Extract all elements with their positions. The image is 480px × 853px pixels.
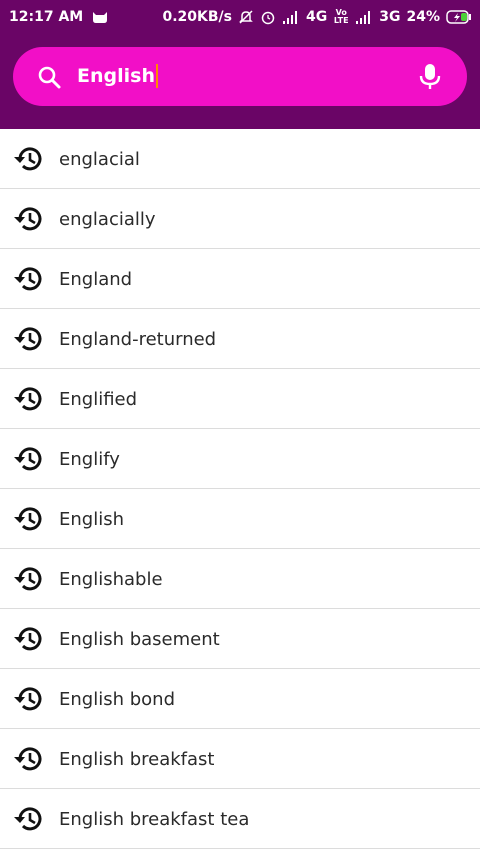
history-icon	[12, 505, 42, 538]
suggestion-item[interactable]: English breakfast tea	[0, 789, 480, 849]
volte-indicator: Vo LTE	[333, 8, 349, 25]
suggestion-label: englacial	[59, 149, 140, 170]
suggestion-item[interactable]: Englishable	[0, 549, 480, 609]
search-query-text: English	[77, 65, 155, 87]
signal-icon-2	[355, 10, 373, 24]
history-icon	[12, 145, 42, 178]
suggestion-item[interactable]: Englified	[0, 369, 480, 429]
search-bar[interactable]: English	[13, 47, 467, 106]
alarm-icon	[260, 9, 276, 25]
suggestion-label: English	[59, 509, 124, 530]
muted-notification-icon	[238, 9, 254, 25]
suggestion-label: English basement	[59, 629, 220, 650]
suggestion-item[interactable]: English breakfast	[0, 729, 480, 789]
history-icon	[12, 625, 42, 658]
history-icon	[12, 685, 42, 718]
suggestion-item[interactable]: England-returned	[0, 309, 480, 369]
suggestion-label: English bond	[59, 689, 175, 710]
suggestion-label: Englishable	[59, 569, 163, 590]
suggestion-item[interactable]: Englify	[0, 429, 480, 489]
suggestion-item[interactable]: English basement	[0, 609, 480, 669]
battery-percent: 24%	[406, 9, 440, 25]
suggestion-item[interactable]: England	[0, 249, 480, 309]
suggestion-item[interactable]: englacially	[0, 189, 480, 249]
history-icon	[12, 265, 42, 298]
suggestion-label: England-returned	[59, 329, 217, 350]
status-time: 12:17 AM	[9, 9, 84, 25]
suggestion-label: English breakfast	[59, 749, 215, 770]
battery-charging-icon	[446, 10, 472, 24]
cat-notification-icon	[91, 10, 109, 24]
network-type-2: 3G	[379, 9, 401, 25]
signal-icon-1	[282, 10, 300, 24]
history-icon	[12, 565, 42, 598]
microphone-icon[interactable]	[419, 63, 441, 96]
suggestion-label: Englified	[59, 389, 138, 410]
status-bar: 12:17 AM 0.20KB/s 4G Vo LTE 3G 24%	[0, 0, 480, 34]
history-icon	[12, 205, 42, 238]
network-type-1: 4G	[306, 9, 328, 25]
search-input[interactable]: English	[77, 64, 158, 88]
history-icon	[12, 745, 42, 778]
history-icon	[12, 385, 42, 418]
suggestion-item[interactable]: English	[0, 489, 480, 549]
suggestion-item[interactable]: englacial	[0, 129, 480, 189]
suggestion-label: Englify	[59, 449, 120, 470]
network-speed: 0.20KB/s	[162, 9, 233, 25]
history-icon	[12, 805, 42, 838]
suggestion-label: English breakfast tea	[59, 809, 250, 830]
text-cursor	[155, 64, 158, 88]
search-icon[interactable]	[37, 65, 63, 96]
suggestion-list: englacial englacially England England-retur…	[0, 129, 480, 849]
search-header: English	[0, 34, 480, 129]
history-icon	[12, 445, 42, 478]
suggestion-label: englacially	[59, 209, 156, 230]
suggestion-item[interactable]: English bond	[0, 669, 480, 729]
history-icon	[12, 325, 42, 358]
suggestion-label: England	[59, 269, 133, 290]
